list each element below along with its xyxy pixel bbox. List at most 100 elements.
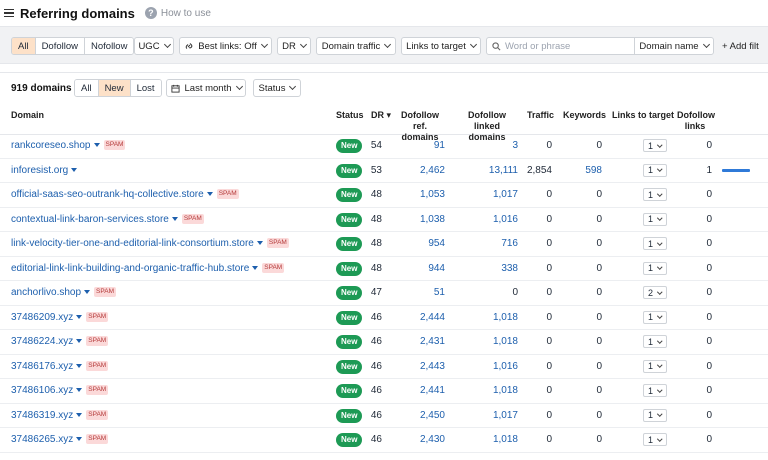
col-status[interactable]: Status xyxy=(336,110,364,121)
domain-traffic-dropdown[interactable]: Domain traffic xyxy=(316,37,396,55)
dofollow-linked-value[interactable]: 716 xyxy=(460,238,518,250)
menu-icon[interactable] xyxy=(4,8,14,18)
seg-all[interactable]: All xyxy=(12,38,36,54)
links-to-target-select[interactable]: 2 xyxy=(643,286,667,299)
ugc-dropdown[interactable]: UGC xyxy=(134,37,174,55)
dofollow-ref-value[interactable]: 2,450 xyxy=(395,410,445,422)
links-to-target-value: 2 xyxy=(648,287,654,298)
dofollow-ref-value[interactable]: 2,430 xyxy=(395,434,445,446)
spam-badge: SPAM xyxy=(86,311,109,322)
links-to-target-dropdown[interactable]: Links to target xyxy=(401,37,481,55)
dofollow-links-value: 0 xyxy=(706,213,712,225)
links-to-target-select[interactable]: 1 xyxy=(643,188,667,201)
col-dofollow-links[interactable]: Dofollow links xyxy=(677,110,715,132)
dofollow-ref-value[interactable]: 2,441 xyxy=(395,385,445,397)
domain-link[interactable]: anchorlivo.shop xyxy=(11,287,81,298)
domain-link[interactable]: inforesist.org xyxy=(11,165,68,176)
domain-link[interactable]: link-velocity-tier-one-and-editorial-lin… xyxy=(11,238,254,249)
col-traffic[interactable]: Traffic xyxy=(527,110,554,121)
links-to-target-select[interactable]: 1 xyxy=(643,433,667,446)
how-to-use-link[interactable]: How to use xyxy=(161,8,211,19)
dropdown-arrow-icon[interactable] xyxy=(76,388,83,393)
dofollow-linked-value[interactable]: 1,016 xyxy=(460,361,518,373)
status-dropdown[interactable]: Status xyxy=(253,79,301,97)
dropdown-arrow-icon[interactable] xyxy=(76,314,83,319)
best-links-dropdown[interactable]: Best links: Off xyxy=(179,37,272,55)
keywords-value[interactable]: 598 xyxy=(565,165,602,177)
col-links-to-target[interactable]: Links to target xyxy=(612,110,674,121)
dropdown-arrow-icon[interactable] xyxy=(71,167,78,172)
col-dofollow-ref-line1: Dofollow ref. xyxy=(401,110,439,131)
links-to-target-select[interactable]: 1 xyxy=(643,261,667,275)
dofollow-linked-value[interactable]: 1,017 xyxy=(460,410,518,422)
seg-lost[interactable]: Lost xyxy=(130,80,161,96)
domain-link[interactable]: 37486319.xyz xyxy=(11,410,73,421)
links-to-target-select[interactable]: 1 xyxy=(643,359,667,373)
dropdown-arrow-icon[interactable] xyxy=(76,437,83,442)
links-to-target-select[interactable]: 1 xyxy=(643,335,667,348)
dofollow-linked-value[interactable]: 1,017 xyxy=(460,189,518,201)
search-scope-dropdown[interactable]: Domain name xyxy=(634,37,714,55)
dofollow-ref-value[interactable]: 2,462 xyxy=(395,165,445,177)
domain-link[interactable]: rankcoreseo.shop xyxy=(11,140,91,151)
dr-value: 48 xyxy=(370,213,382,225)
dofollow-ref-value[interactable]: 2,431 xyxy=(395,336,445,348)
domain-link[interactable]: 37486176.xyz xyxy=(11,361,73,372)
dofollow-ref-value[interactable]: 1,038 xyxy=(395,214,445,226)
domain-link[interactable]: 37486265.xyz xyxy=(11,434,73,445)
dropdown-arrow-icon[interactable] xyxy=(76,339,83,344)
links-to-target-select[interactable]: 1 xyxy=(643,310,667,324)
links-to-target-select[interactable]: 1 xyxy=(643,212,667,226)
domain-link[interactable]: 37486106.xyz xyxy=(11,385,73,396)
dofollow-ref-value[interactable]: 944 xyxy=(395,263,445,275)
dofollow-ref-value[interactable]: 1,053 xyxy=(395,189,445,201)
col-dr[interactable]: DR ▾ xyxy=(371,110,391,121)
seg-dofollow[interactable]: Dofollow xyxy=(35,38,85,54)
dofollow-linked-value[interactable]: 1,018 xyxy=(460,336,518,348)
seg-all-domains[interactable]: All xyxy=(75,80,99,96)
dofollow-ref-value[interactable]: 954 xyxy=(395,238,445,250)
links-to-target-select[interactable]: 1 xyxy=(643,139,667,152)
dropdown-arrow-icon[interactable] xyxy=(76,363,83,368)
domain-link[interactable]: official-saas-seo-outrank-hq-collective.… xyxy=(11,189,204,200)
links-to-target-select[interactable]: 1 xyxy=(643,408,667,422)
dofollow-linked-value[interactable]: 1,018 xyxy=(460,312,518,324)
dr-dropdown[interactable]: DR xyxy=(277,37,311,55)
dofollow-linked-value[interactable]: 1,016 xyxy=(460,214,518,226)
col-domain[interactable]: Domain xyxy=(11,110,44,121)
dropdown-arrow-icon[interactable] xyxy=(252,265,259,270)
dropdown-arrow-icon[interactable] xyxy=(76,412,83,417)
domain-link[interactable]: editorial-link-link-building-and-organic… xyxy=(11,263,249,274)
dr-value: 48 xyxy=(370,189,382,200)
dofollow-linked-value[interactable]: 338 xyxy=(460,263,518,275)
domain-link[interactable]: 37486224.xyz xyxy=(11,336,73,347)
search-input[interactable] xyxy=(505,40,625,52)
calendar-icon xyxy=(170,84,180,93)
dofollow-linked-value[interactable]: 1,018 xyxy=(460,434,518,446)
period-dropdown[interactable]: Last month xyxy=(166,79,246,97)
add-filter-button[interactable]: + Add filt xyxy=(722,37,768,55)
dropdown-arrow-icon[interactable] xyxy=(206,192,213,197)
dofollow-ref-value[interactable]: 91 xyxy=(395,140,445,152)
dofollow-linked-value[interactable]: 1,018 xyxy=(460,385,518,397)
status-badge: New xyxy=(336,384,363,398)
links-to-target-select[interactable]: 1 xyxy=(643,384,667,397)
links-to-target-select[interactable]: 1 xyxy=(643,237,667,250)
seg-new[interactable]: New xyxy=(98,80,131,96)
domain-link[interactable]: contextual-link-baron-services.store xyxy=(11,214,169,225)
links-to-target-value: 1 xyxy=(648,361,654,371)
links-to-target-select[interactable]: 1 xyxy=(643,163,667,177)
dropdown-arrow-icon[interactable] xyxy=(256,241,263,246)
dofollow-linked-value[interactable]: 13,111 xyxy=(460,165,518,177)
dropdown-arrow-icon[interactable] xyxy=(84,290,91,295)
dropdown-arrow-icon[interactable] xyxy=(93,143,100,148)
seg-nofollow[interactable]: Nofollow xyxy=(85,38,134,54)
dofollow-ref-value[interactable]: 2,443 xyxy=(395,361,445,373)
dofollow-ref-value[interactable]: 2,444 xyxy=(395,312,445,324)
help-icon[interactable]: ? xyxy=(144,7,157,19)
domain-link[interactable]: 37486209.xyz xyxy=(11,312,73,323)
dropdown-arrow-icon[interactable] xyxy=(171,216,178,221)
col-keywords[interactable]: Keywords xyxy=(563,110,606,121)
dofollow-linked-value[interactable]: 3 xyxy=(460,140,518,152)
dofollow-ref-value[interactable]: 51 xyxy=(395,287,445,299)
